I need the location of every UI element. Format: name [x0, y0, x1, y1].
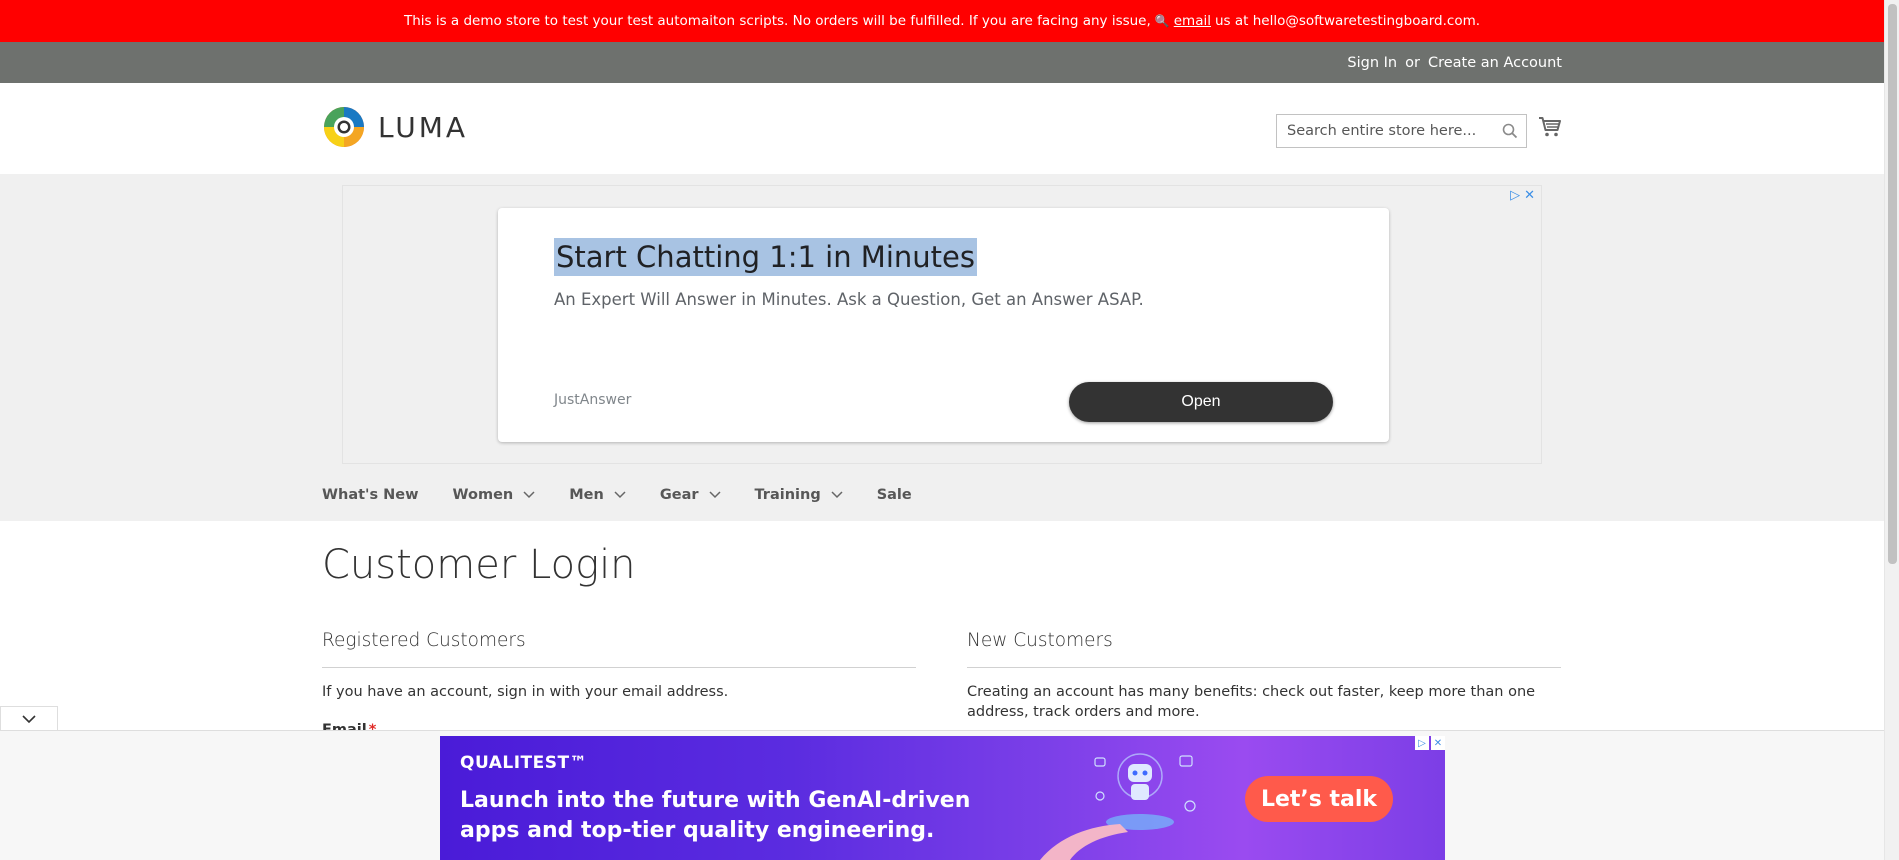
luma-logo-icon [324, 107, 364, 147]
robot-illustration [1040, 753, 1196, 860]
bottom-ad-cta-button[interactable]: Let’s talk [1245, 776, 1393, 822]
bottom-ad-controls: ▷ ✕ [1415, 736, 1445, 750]
search-input[interactable] [1277, 115, 1526, 147]
cart-icon [1539, 117, 1561, 137]
page-title: Customer Login [322, 542, 636, 588]
nav-item-label: What's New [322, 487, 419, 503]
bottom-ad-headline: Launch into the future with GenAI-driven… [460, 788, 971, 843]
search-box [1276, 114, 1527, 148]
chevron-down-icon [708, 491, 721, 499]
chevron-down-icon [22, 715, 36, 724]
nav-item-women[interactable]: Women [453, 487, 536, 503]
bottom-ad-banner[interactable]: QUALITEST™ Launch into the future with G… [440, 736, 1445, 860]
main-nav: What's New Women Men Gear Training Sale [322, 480, 946, 510]
key-icon: 🔍 [1154, 14, 1170, 28]
luma-logo[interactable]: LUMA [322, 105, 468, 149]
registered-customers-text: If you have an account, sign in with you… [322, 684, 729, 700]
new-customers-title: New Customers [967, 630, 1113, 651]
new-customers-divider [967, 667, 1561, 668]
nav-item-whats-new[interactable]: What's New [322, 487, 419, 503]
nav-item-training[interactable]: Training [755, 487, 843, 503]
chevron-down-icon [831, 491, 843, 499]
top-ad-advertiser: JustAnswer [554, 392, 632, 408]
ad-controls[interactable]: ▷ ✕ [1510, 188, 1535, 203]
scrollbar-thumb[interactable] [1888, 4, 1897, 564]
nav-item-label: Gear [659, 487, 699, 503]
top-ad-card[interactable]: Start Chatting 1:1 in Minutes An Expert … [498, 208, 1389, 442]
logo-text: LUMA [378, 110, 469, 144]
chevron-down-icon [614, 491, 626, 499]
top-ad-title[interactable]: Start Chatting 1:1 in Minutes [554, 238, 977, 276]
nav-item-men[interactable]: Men [569, 487, 626, 503]
bottom-ad-brand: QUALITEST™ [460, 753, 588, 773]
new-customers-text: Creating an account has many benefits: c… [967, 684, 1536, 720]
chevron-down-icon [523, 491, 535, 499]
top-ad-description: An Expert Will Answer in Minutes. Ask a … [554, 290, 1144, 309]
ad-close-icon[interactable]: ✕ [1524, 188, 1535, 203]
cart-button[interactable] [1538, 116, 1562, 142]
account-bar: Sign In or Create an Account [0, 42, 1884, 83]
demo-notice-text-after: us at hello@softwaretestingboard.com. [1214, 13, 1481, 29]
nav-item-label: Training [754, 487, 821, 503]
demo-notice-text: This is a demo store to test your test a… [403, 13, 1151, 29]
top-ad-open-button[interactable]: Open [1069, 382, 1333, 422]
site-header: LUMA [0, 83, 1884, 174]
nav-item-sale[interactable]: Sale [877, 487, 912, 503]
nav-item-label: Men [569, 487, 604, 503]
registered-divider [322, 667, 916, 668]
sign-in-link[interactable]: Sign In [1347, 55, 1397, 71]
create-account-link[interactable]: Create an Account [1428, 55, 1562, 71]
top-ad-frame: ▷ ✕ Start Chatting 1:1 in Minutes An Exp… [342, 185, 1542, 464]
demo-notice-email-link[interactable]: email [1174, 13, 1211, 29]
or-separator: or [1405, 54, 1420, 71]
ad-choices-icon[interactable]: ▷ [1415, 736, 1429, 750]
nav-item-gear[interactable]: Gear [660, 487, 721, 503]
demo-notice-bar: This is a demo store to test your test a… [0, 0, 1884, 42]
collapse-ad-button[interactable] [0, 706, 58, 731]
nav-section: ▷ ✕ Start Chatting 1:1 in Minutes An Exp… [0, 174, 1884, 521]
ad-choices-icon[interactable]: ▷ [1510, 188, 1520, 203]
account-links: Sign In or Create an Account [1347, 42, 1562, 83]
nav-item-label: Women [452, 487, 514, 503]
page-scrollbar[interactable] [1884, 0, 1899, 860]
search-icon[interactable] [1502, 123, 1518, 139]
ad-close-icon[interactable]: ✕ [1431, 736, 1445, 750]
nav-item-label: Sale [876, 487, 912, 503]
registered-customers-title: Registered Customers [322, 630, 526, 651]
